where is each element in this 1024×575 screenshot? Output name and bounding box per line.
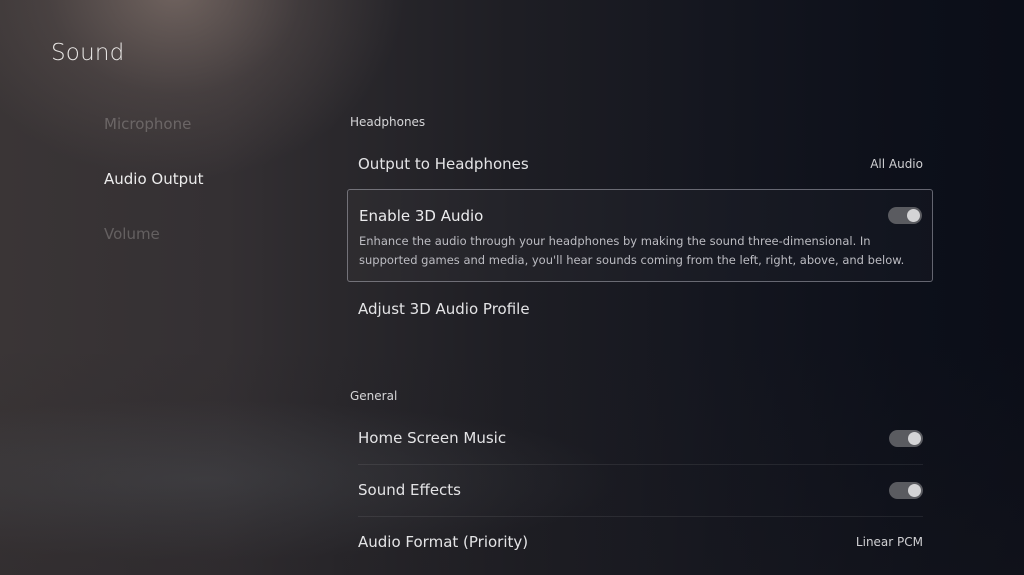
sidebar-item-audio-output[interactable]: Audio Output [104, 168, 204, 223]
audio-format-row[interactable]: Audio Format (Priority) Linear PCM [358, 520, 923, 564]
sound-effects-row[interactable]: Sound Effects [358, 468, 923, 512]
home-screen-music-toggle[interactable] [889, 429, 923, 447]
page-title: Sound [51, 40, 125, 66]
enable-3d-audio-toggle[interactable] [888, 207, 922, 224]
sound-effects-label: Sound Effects [358, 481, 461, 499]
enable-3d-audio-row[interactable]: Enable 3D Audio Enhance the audio throug… [347, 189, 933, 282]
enable-3d-audio-description: Enhance the audio through your headphone… [359, 234, 905, 267]
divider [358, 516, 923, 517]
output-to-headphones-value: All Audio [870, 157, 923, 171]
toggle-knob [908, 431, 921, 445]
section-label-headphones: Headphones [350, 115, 426, 129]
sidebar-item-microphone[interactable]: Microphone [104, 113, 204, 168]
home-screen-music-label: Home Screen Music [358, 429, 507, 447]
sound-effects-toggle[interactable] [889, 481, 923, 499]
divider [358, 464, 923, 465]
adjust-3d-audio-profile-label: Adjust 3D Audio Profile [358, 300, 530, 318]
output-to-headphones-row[interactable]: Output to Headphones All Audio [358, 142, 923, 186]
output-to-headphones-label: Output to Headphones [358, 155, 529, 173]
home-screen-music-row[interactable]: Home Screen Music [358, 416, 923, 460]
toggle-knob [907, 209, 920, 222]
audio-format-value: Linear PCM [855, 535, 923, 549]
sidebar-item-volume[interactable]: Volume [104, 223, 204, 278]
toggle-knob [908, 483, 921, 497]
audio-format-label: Audio Format (Priority) [358, 533, 529, 551]
section-label-general: General [350, 389, 398, 403]
sidebar-nav: Microphone Audio Output Volume [104, 113, 204, 278]
enable-3d-audio-label: Enable 3D Audio [359, 207, 484, 225]
adjust-3d-audio-profile-row[interactable]: Adjust 3D Audio Profile [358, 287, 923, 331]
